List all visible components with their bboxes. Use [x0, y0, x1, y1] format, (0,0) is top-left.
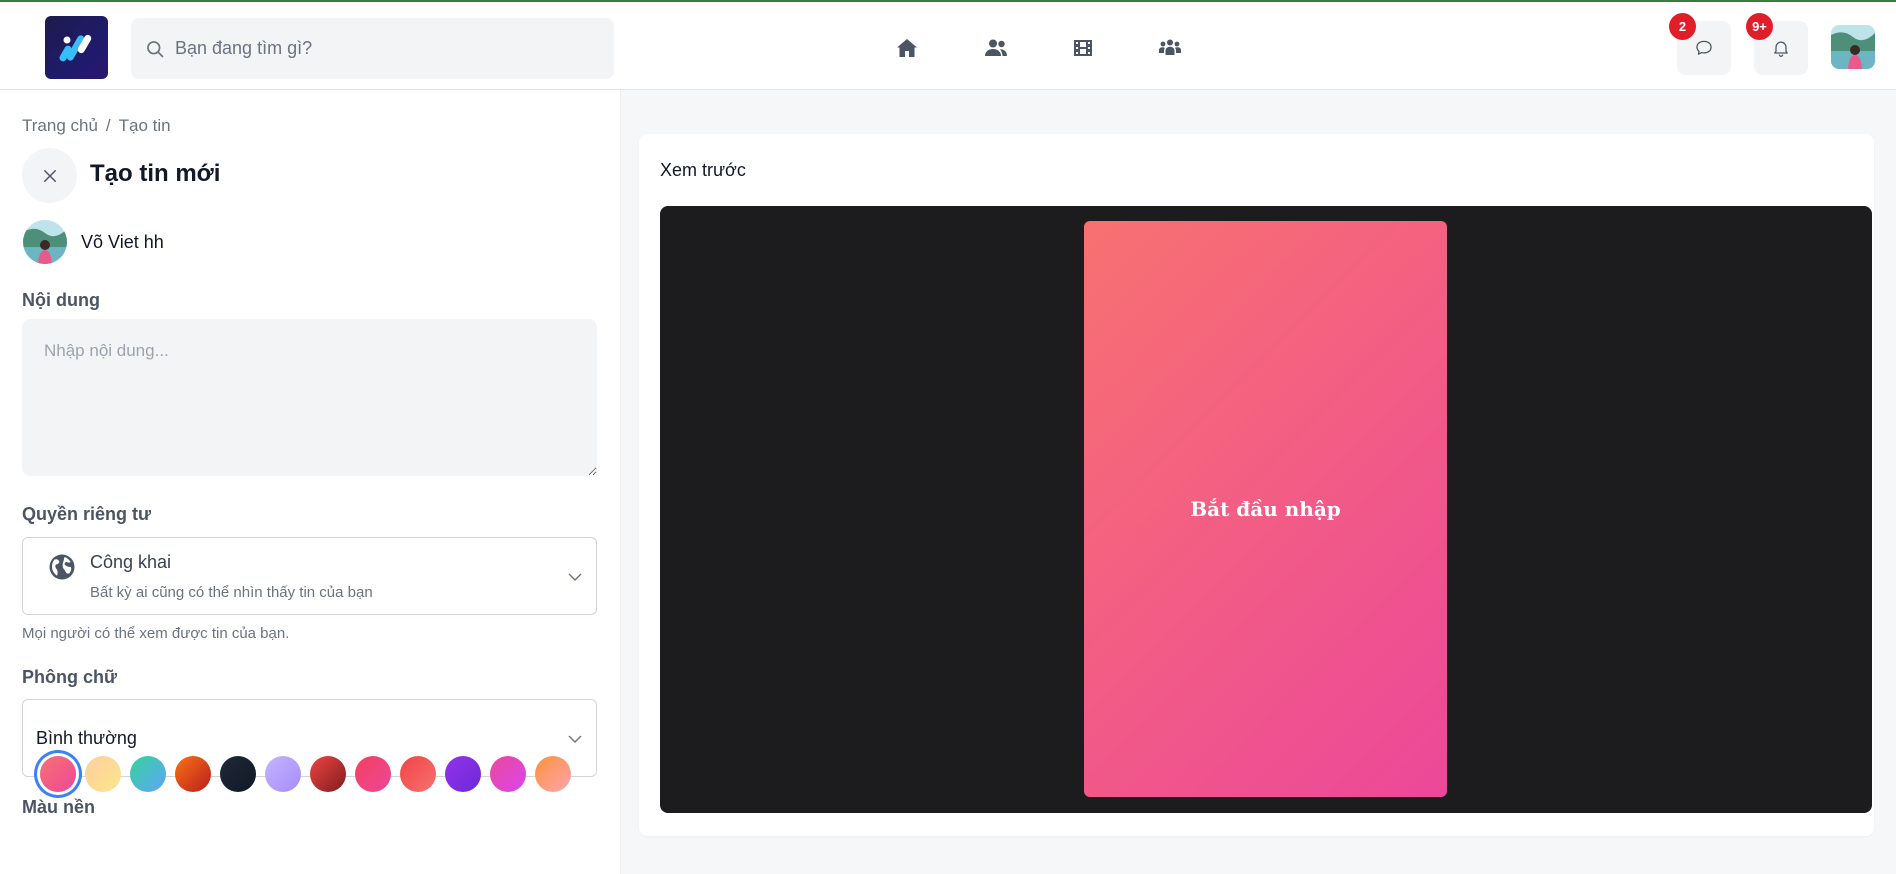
- color-swatch[interactable]: [85, 756, 121, 792]
- profile-avatar[interactable]: [1831, 25, 1875, 69]
- avatar-image: [1831, 25, 1875, 69]
- color-swatch[interactable]: [40, 756, 76, 792]
- font-label: Phông chữ: [22, 667, 118, 687]
- user-avatar: [23, 220, 67, 264]
- author-row: Võ Viet hh: [23, 220, 164, 264]
- search-input[interactable]: [175, 38, 595, 59]
- chat-icon: [1696, 40, 1712, 55]
- color-swatch[interactable]: [130, 756, 166, 792]
- groups-icon: [1159, 39, 1181, 55]
- breadcrumb-current: Tạo tin: [118, 116, 171, 135]
- breadcrumb-separator: /: [105, 116, 111, 135]
- color-swatch[interactable]: [355, 756, 391, 792]
- content-field[interactable]: [22, 319, 597, 476]
- preview-card: Xem trước Bắt đầu nhập: [639, 134, 1874, 836]
- notifications-button[interactable]: 9+: [1746, 13, 1808, 75]
- home-icon: [897, 39, 917, 57]
- color-swatch[interactable]: [445, 756, 481, 792]
- color-swatch[interactable]: [175, 756, 211, 792]
- avatar-image: [23, 220, 67, 264]
- search-icon: [147, 40, 164, 57]
- globe-icon: [49, 554, 75, 580]
- page-title: Tạo tin mới: [90, 160, 221, 187]
- close-button[interactable]: [22, 148, 77, 203]
- privacy-label: Quyền riêng tư: [22, 504, 152, 524]
- nav-friends[interactable]: [982, 34, 1010, 62]
- logo-icon: [59, 34, 91, 61]
- color-swatch[interactable]: [265, 756, 301, 792]
- content-label: Nội dung: [22, 290, 100, 310]
- app-logo[interactable]: [45, 16, 108, 79]
- story-preview: Bắt đầu nhập: [1084, 221, 1447, 797]
- chevron-down-icon: [568, 573, 582, 581]
- privacy-select[interactable]: Công khai Bất kỳ ai cũng có thể nhìn thấ…: [22, 537, 597, 615]
- user-name: Võ Viet hh: [81, 231, 164, 252]
- privacy-hint: Mọi người có thể xem được tin của bạn.: [22, 625, 290, 642]
- font-value: Bình thường: [36, 728, 137, 748]
- privacy-value: Công khai: [90, 552, 172, 572]
- preview-title: Xem trước: [660, 160, 746, 180]
- messages-button[interactable]: 2: [1669, 13, 1731, 75]
- color-swatch[interactable]: [400, 756, 436, 792]
- content-textarea[interactable]: [22, 319, 597, 476]
- color-swatch[interactable]: [490, 756, 526, 792]
- color-swatch[interactable]: [220, 756, 256, 792]
- story-placeholder-text: Bắt đầu nhập: [1190, 497, 1341, 521]
- preview-stage: Bắt đầu nhập: [660, 206, 1872, 813]
- color-swatch[interactable]: [535, 756, 571, 792]
- privacy-description: Bất kỳ ai cũng có thể nhìn thấy tin của …: [90, 584, 373, 601]
- friends-icon: [985, 39, 1007, 56]
- video-icon: [1074, 40, 1092, 56]
- nav-home[interactable]: [893, 34, 921, 62]
- top-navbar: 2 9+: [0, 0, 1896, 90]
- background-label: Màu nền: [22, 797, 96, 817]
- nav-groups[interactable]: [1156, 34, 1184, 62]
- messages-badge: 2: [1669, 13, 1696, 40]
- nav-video[interactable]: [1069, 34, 1097, 62]
- search-bar[interactable]: [131, 18, 614, 79]
- chevron-down-icon: [568, 735, 582, 743]
- background-color-picker: [40, 756, 600, 796]
- color-swatch[interactable]: [310, 756, 346, 792]
- breadcrumb-home[interactable]: Trang chủ: [22, 116, 98, 135]
- breadcrumb: Trang chủ / Tạo tin: [22, 116, 171, 136]
- notifications-badge: 9+: [1746, 13, 1773, 40]
- bell-icon: [1774, 41, 1788, 57]
- close-icon: [43, 169, 56, 182]
